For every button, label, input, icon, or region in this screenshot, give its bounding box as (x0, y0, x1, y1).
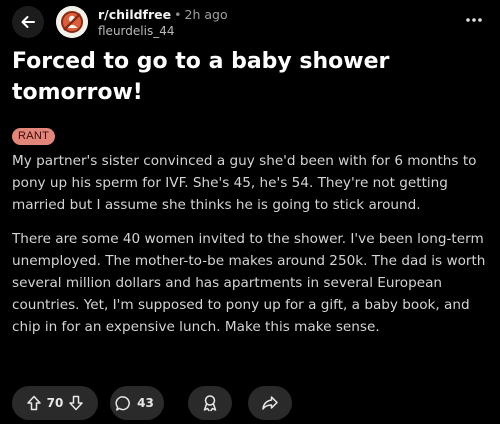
post-paragraph: My partner's sister convinced a guy she'… (12, 153, 477, 213)
post-header: r/childfree • 2h ago fleurdelis_44 (12, 4, 488, 42)
share-icon (262, 396, 278, 410)
post-meta: r/childfree • 2h ago fleurdelis_44 (98, 7, 228, 39)
award-icon (203, 395, 217, 412)
comments-button[interactable]: 43 (110, 386, 164, 420)
vote-bar: 70 (12, 386, 98, 420)
post-title: Forced to go to a baby shower tomorrow! (12, 49, 390, 105)
subreddit-name[interactable]: r/childfree (98, 7, 171, 22)
post-paragraph: There are some 40 women invited to the s… (12, 231, 486, 335)
post-author[interactable]: fleurdelis_44 (98, 23, 228, 39)
share-button[interactable] (248, 386, 292, 420)
award-button[interactable] (188, 386, 232, 420)
post-flair[interactable]: RANT (12, 128, 56, 145)
comment-icon-wrap (115, 395, 132, 412)
comment-icon (115, 395, 131, 411)
more-vertical-icon (466, 18, 482, 22)
comment-count: 43 (137, 396, 154, 410)
separator-dot: • (174, 7, 182, 22)
post-time: 2h ago (184, 7, 228, 22)
post-body: My partner's sister convinced a guy she'… (12, 150, 490, 350)
upvote-icon (26, 395, 41, 411)
upvote-button[interactable] (26, 395, 42, 411)
subreddit-avatar[interactable] (56, 6, 88, 38)
downvote-icon (69, 395, 84, 411)
vote-count: 70 (46, 396, 64, 410)
subreddit-avatar-icon (56, 6, 88, 38)
more-options-button[interactable] (462, 8, 486, 32)
arrow-left-icon (21, 16, 35, 28)
back-button[interactable] (12, 6, 44, 38)
meta-line: r/childfree • 2h ago (98, 7, 228, 23)
downvote-button[interactable] (68, 395, 84, 411)
